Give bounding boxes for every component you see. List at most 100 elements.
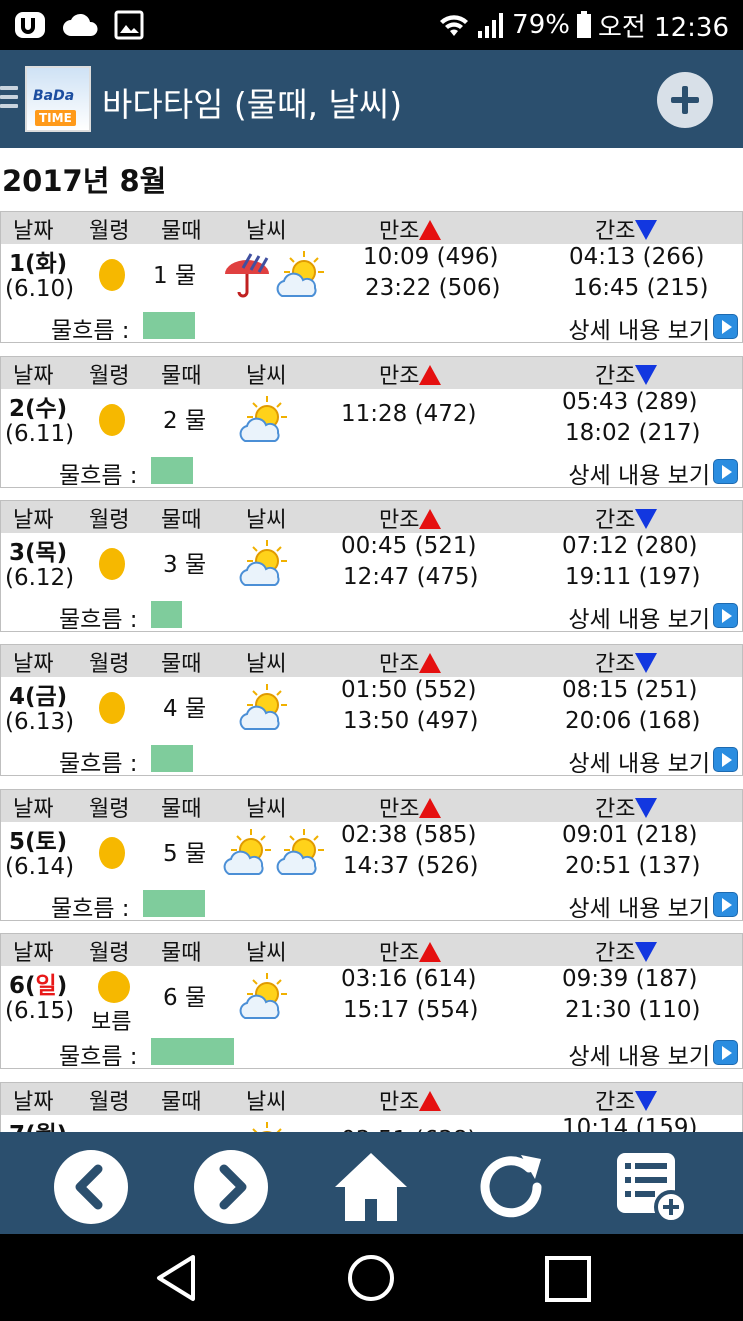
- lunar-date: (6.11): [5, 421, 75, 447]
- low-tide-time: 05:43 (289): [562, 389, 698, 415]
- partly-cloudy-icon: [239, 684, 287, 730]
- forward-icon[interactable]: [193, 1149, 269, 1225]
- partly-cloudy-icon: [239, 973, 287, 1019]
- high-tide-time: 03:16 (614): [341, 966, 477, 992]
- column-header: 날씨: [246, 1090, 287, 1115]
- high-tide-icon: [419, 220, 442, 240]
- home-icon[interactable]: [333, 1149, 409, 1225]
- column-header: 날짜: [13, 1090, 54, 1115]
- detail-link[interactable]: 상세 내용 보기: [568, 311, 710, 342]
- moon-phase-label: 보름: [91, 1010, 132, 1035]
- signal-icon: [478, 13, 504, 38]
- play-icon[interactable]: [713, 892, 738, 917]
- column-header: 월령: [89, 219, 130, 244]
- high-tide-time: 11:28 (472): [341, 401, 477, 427]
- low-tide-time: 09:01 (218): [562, 822, 698, 848]
- column-header: 날씨: [246, 219, 287, 244]
- high-tide-icon: [419, 509, 442, 529]
- low-tide-time: 21:30 (110): [565, 997, 701, 1023]
- high-tide-icon: [419, 942, 442, 962]
- column-header: 날짜: [13, 797, 54, 822]
- play-icon[interactable]: [713, 459, 738, 484]
- detail-link[interactable]: 상세 내용 보기: [568, 456, 710, 487]
- moon-phase-icon: [99, 548, 125, 580]
- column-header-high: 만조: [379, 1084, 442, 1116]
- lunar-date: (6.13): [5, 709, 75, 735]
- column-header: 날씨: [246, 797, 287, 822]
- u-plus-icon: [15, 12, 45, 38]
- flow-bar: [151, 745, 193, 772]
- low-tide-time: 19:11 (197): [565, 564, 701, 590]
- column-header: 물때: [161, 1090, 202, 1115]
- low-tide-time: 09:39 (187): [562, 966, 698, 992]
- menu-icon[interactable]: [0, 86, 18, 113]
- moon-phase-icon: [98, 971, 130, 1003]
- system-recents-icon[interactable]: [544, 1255, 592, 1303]
- add-button[interactable]: [657, 72, 713, 128]
- day-of-week: (금): [25, 684, 68, 710]
- rain-icon: [225, 253, 269, 298]
- status-bar: 79% 오전 12:36: [0, 0, 743, 50]
- high-tide-time: 15:17 (554): [343, 997, 479, 1023]
- column-header-low: 간조: [595, 791, 658, 823]
- day-of-week: (화): [25, 251, 68, 277]
- low-tide-icon: [635, 942, 658, 962]
- system-back-icon[interactable]: [153, 1253, 199, 1303]
- column-header-low: 간조: [595, 358, 658, 390]
- detail-link[interactable]: 상세 내용 보기: [568, 600, 710, 631]
- detail-link[interactable]: 상세 내용 보기: [568, 889, 710, 920]
- detail-link[interactable]: 상세 내용 보기: [568, 1037, 710, 1068]
- back-icon[interactable]: [53, 1149, 129, 1225]
- day-card: 날짜 월령 물때 날씨 만조 간조 6(일) (6.15) 보름 6 물 03:16 (614) 15…: [0, 933, 743, 1069]
- column-header: 월령: [89, 508, 130, 533]
- month-title: 2017년 8월: [2, 164, 167, 198]
- high-tide-icon: [419, 798, 442, 818]
- day-number: 3(목): [9, 540, 68, 566]
- moon-phase-icon: [99, 692, 125, 724]
- low-tide-icon: [635, 1091, 658, 1111]
- column-header-high: 만조: [379, 935, 442, 967]
- column-header-low: 간조: [595, 502, 658, 534]
- wifi-icon: [440, 15, 469, 37]
- play-icon[interactable]: [713, 747, 738, 772]
- logo-badge: TIME: [35, 110, 76, 126]
- day-card: 날짜 월령 물때 날씨 만조 간조 3(목) (6.12) 3 물 00:45 (521) 12:4…: [0, 500, 743, 632]
- system-home-icon[interactable]: [347, 1254, 395, 1302]
- column-header: 물때: [161, 941, 202, 966]
- add-list-icon[interactable]: [613, 1149, 689, 1225]
- refresh-icon[interactable]: [473, 1149, 549, 1225]
- column-header: 날짜: [13, 652, 54, 677]
- column-header: 날씨: [246, 941, 287, 966]
- detail-link[interactable]: 상세 내용 보기: [568, 744, 710, 775]
- column-header: 물때: [161, 652, 202, 677]
- column-header: 월령: [89, 797, 130, 822]
- play-icon[interactable]: [713, 314, 738, 339]
- column-header: 물때: [161, 219, 202, 244]
- flow-bar: [151, 601, 182, 628]
- day-number: 1(화): [9, 251, 68, 277]
- low-tide-time: 16:45 (215): [573, 275, 709, 301]
- card-header: 날짜 월령 물때 날씨 만조 간조: [1, 645, 742, 677]
- day-of-week: (수): [25, 396, 68, 422]
- moon-phase-icon: [99, 259, 125, 291]
- column-header-low: 간조: [595, 213, 658, 245]
- app-logo: BaDa TIME: [25, 66, 91, 132]
- column-header: 월령: [89, 1090, 130, 1115]
- partly-cloudy-icon: [276, 251, 324, 297]
- play-icon[interactable]: [713, 1040, 738, 1065]
- flow-bar: [151, 457, 193, 484]
- play-icon[interactable]: [713, 603, 738, 628]
- tide-level: 2 물: [163, 408, 207, 434]
- partly-cloudy-icon: [239, 540, 287, 586]
- flow-bar: [143, 890, 205, 917]
- tide-level: 6 물: [163, 985, 207, 1011]
- column-header: 날짜: [13, 941, 54, 966]
- high-tide-icon: [419, 653, 442, 673]
- column-header: 월령: [89, 652, 130, 677]
- column-header-high: 만조: [379, 791, 442, 823]
- low-tide-time: 08:15 (251): [562, 677, 698, 703]
- partly-cloudy-icon: [239, 396, 287, 442]
- high-tide-icon: [419, 365, 442, 385]
- column-header: 날씨: [246, 652, 287, 677]
- card-header: 날짜 월령 물때 날씨 만조 간조: [1, 1083, 742, 1115]
